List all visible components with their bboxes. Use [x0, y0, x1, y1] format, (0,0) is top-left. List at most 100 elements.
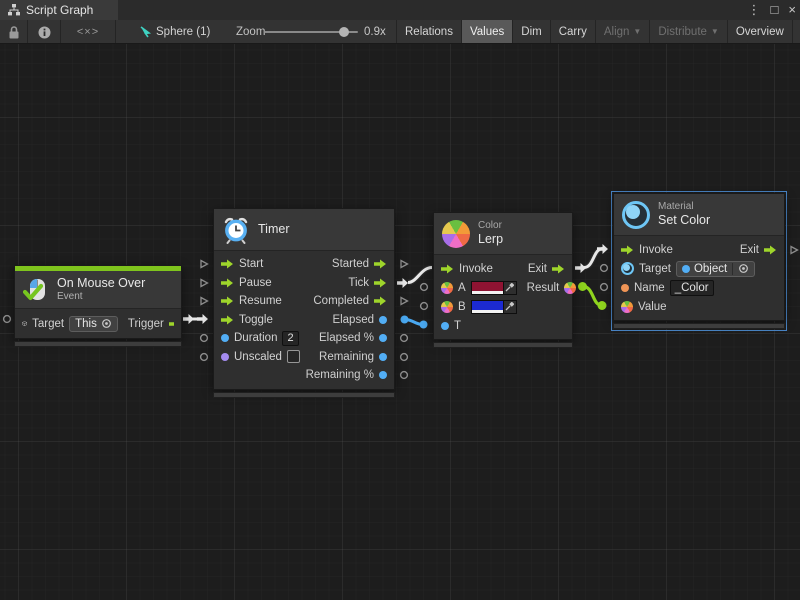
wire-tick-invoke[interactable] [408, 268, 432, 283]
color-port-icon[interactable] [441, 282, 453, 294]
code-view-button[interactable]: <×> [61, 20, 115, 44]
input-invoke: Invoke [639, 244, 673, 256]
port-flow-in-invoke-sc-connected[interactable] [597, 244, 609, 254]
flow-arrow-icon[interactable] [221, 278, 234, 288]
port-flow-out-completed[interactable] [399, 296, 409, 306]
node-title: Lerp [478, 232, 503, 247]
port-value-in-target-omo[interactable] [2, 314, 12, 324]
script-graph-window: Script Graph ⋮ □ × <×> [0, 0, 800, 600]
node-footer[interactable] [613, 323, 785, 329]
name-field[interactable]: _Color [670, 280, 714, 296]
port-flow-out-exit-lerp-connected[interactable] [575, 263, 587, 273]
flow-arrow-icon[interactable] [221, 315, 234, 325]
flow-arrow-icon[interactable] [621, 245, 634, 255]
relations-button[interactable]: Relations [396, 20, 461, 44]
flow-arrow-icon[interactable] [374, 278, 387, 288]
color-port-icon[interactable] [441, 301, 453, 313]
values-button[interactable]: Values [461, 20, 512, 44]
flow-arrow-icon[interactable] [221, 296, 234, 306]
color-port-icon[interactable] [564, 282, 576, 294]
port-flow-out-tick-connected[interactable] [397, 278, 409, 288]
port-value-in-name[interactable] [599, 282, 609, 292]
value-port-icon[interactable] [621, 284, 629, 292]
port-flow-in-toggle-connected[interactable] [197, 314, 209, 324]
port-flow-in-resume[interactable] [199, 296, 209, 306]
port-value-in-unscaled[interactable] [199, 352, 209, 362]
lock-button[interactable] [0, 20, 27, 44]
node-set-color-selection: Material Set Color Invoke Exit [611, 191, 787, 331]
object-picker-icon[interactable] [738, 263, 749, 274]
node-on-mouse-over[interactable]: On Mouse Over Event Target This [14, 265, 182, 347]
port-value-in-target-sc[interactable] [599, 263, 609, 273]
color-field-b[interactable] [471, 300, 517, 314]
target-label: Target [32, 318, 64, 330]
target-this-pill[interactable]: This [69, 316, 118, 332]
material-sphere-icon [622, 201, 650, 229]
tab-script-graph[interactable]: Script Graph [0, 0, 118, 20]
maximize-icon[interactable]: □ [771, 0, 779, 20]
value-port-icon[interactable] [441, 322, 449, 330]
tab-title: Script Graph [26, 3, 93, 17]
duration-field[interactable]: 2 [282, 331, 298, 346]
node-timer[interactable]: Timer Start Started Pause Tick [213, 208, 395, 398]
value-port-icon[interactable] [221, 334, 229, 342]
port-value-in-a[interactable] [419, 282, 429, 292]
port-value-in-b[interactable] [419, 301, 429, 311]
port-flow-in-pause[interactable] [199, 278, 209, 288]
node-set-color[interactable]: Material Set Color Invoke Exit [613, 193, 785, 329]
flow-arrow-icon[interactable] [374, 259, 387, 269]
window-menu-icon[interactable]: ⋮ [748, 0, 761, 20]
fullscreen-button[interactable]: Full Screen [792, 20, 800, 44]
color-field-a[interactable] [471, 281, 517, 295]
port-flow-out-exit-setcolor[interactable] [789, 245, 799, 255]
object-dot-icon [682, 265, 690, 273]
context-breadcrumb[interactable]: Sphere (1) [156, 20, 210, 44]
carry-button[interactable]: Carry [550, 20, 595, 44]
node-footer[interactable] [213, 392, 395, 398]
node-kicker: Color [478, 220, 503, 232]
dim-button[interactable]: Dim [512, 20, 549, 44]
port-value-out-remaining[interactable] [399, 352, 409, 362]
material-port-icon[interactable] [621, 262, 634, 275]
flow-arrow-icon[interactable] [441, 264, 454, 274]
output-exit: Exit [528, 263, 547, 275]
zoom-slider-handle[interactable] [339, 27, 349, 37]
port-value-in-duration[interactable] [199, 333, 209, 343]
overview-button[interactable]: Overview [727, 20, 792, 44]
flow-arrow-icon[interactable] [221, 259, 234, 269]
port-value-out-elapsed-pct[interactable] [399, 333, 409, 343]
input-value: Value [638, 301, 667, 313]
port-flow-out-started[interactable] [399, 259, 409, 269]
eyedropper-icon[interactable] [505, 302, 514, 311]
align-dropdown[interactable]: Align▼ [595, 20, 650, 44]
eyedropper-icon[interactable] [505, 283, 514, 292]
unscaled-checkbox[interactable] [287, 350, 300, 363]
node-footer[interactable] [433, 342, 573, 348]
port-flow-out-trigger-connected[interactable] [183, 314, 195, 324]
target-object-pill[interactable]: Object [676, 261, 755, 277]
value-port-icon[interactable] [379, 371, 387, 379]
flow-arrow-icon[interactable] [374, 296, 387, 306]
info-button[interactable] [28, 20, 60, 44]
distribute-dropdown[interactable]: Distribute▼ [649, 20, 727, 44]
close-icon[interactable]: × [788, 0, 796, 20]
output-remaining-pct: Remaining % [306, 369, 374, 381]
flow-arrow-icon[interactable] [552, 264, 565, 274]
node-footer[interactable] [14, 341, 182, 347]
flow-arrow-icon[interactable] [764, 245, 777, 255]
output-tick: Tick [348, 277, 369, 289]
port-value-out-remaining-pct[interactable] [399, 370, 409, 380]
graph-canvas[interactable]: On Mouse Over Event Target This [0, 44, 800, 600]
input-a: A [458, 282, 466, 294]
color-port-icon[interactable] [621, 301, 633, 313]
value-port-icon[interactable] [379, 334, 387, 342]
value-port-icon[interactable] [379, 353, 387, 361]
value-port-icon[interactable] [379, 316, 387, 324]
graph-toolbar: <×> Sphere (1) Zoom 0.9x Relations Value… [0, 20, 800, 44]
node-color-lerp[interactable]: Color Lerp Invoke Exit A [433, 212, 573, 348]
flow-arrow-icon[interactable] [169, 319, 174, 329]
object-picker-icon[interactable] [101, 318, 112, 329]
output-elapsed: Elapsed [332, 314, 374, 326]
port-flow-in-start[interactable] [199, 259, 209, 269]
value-port-icon[interactable] [221, 353, 229, 361]
